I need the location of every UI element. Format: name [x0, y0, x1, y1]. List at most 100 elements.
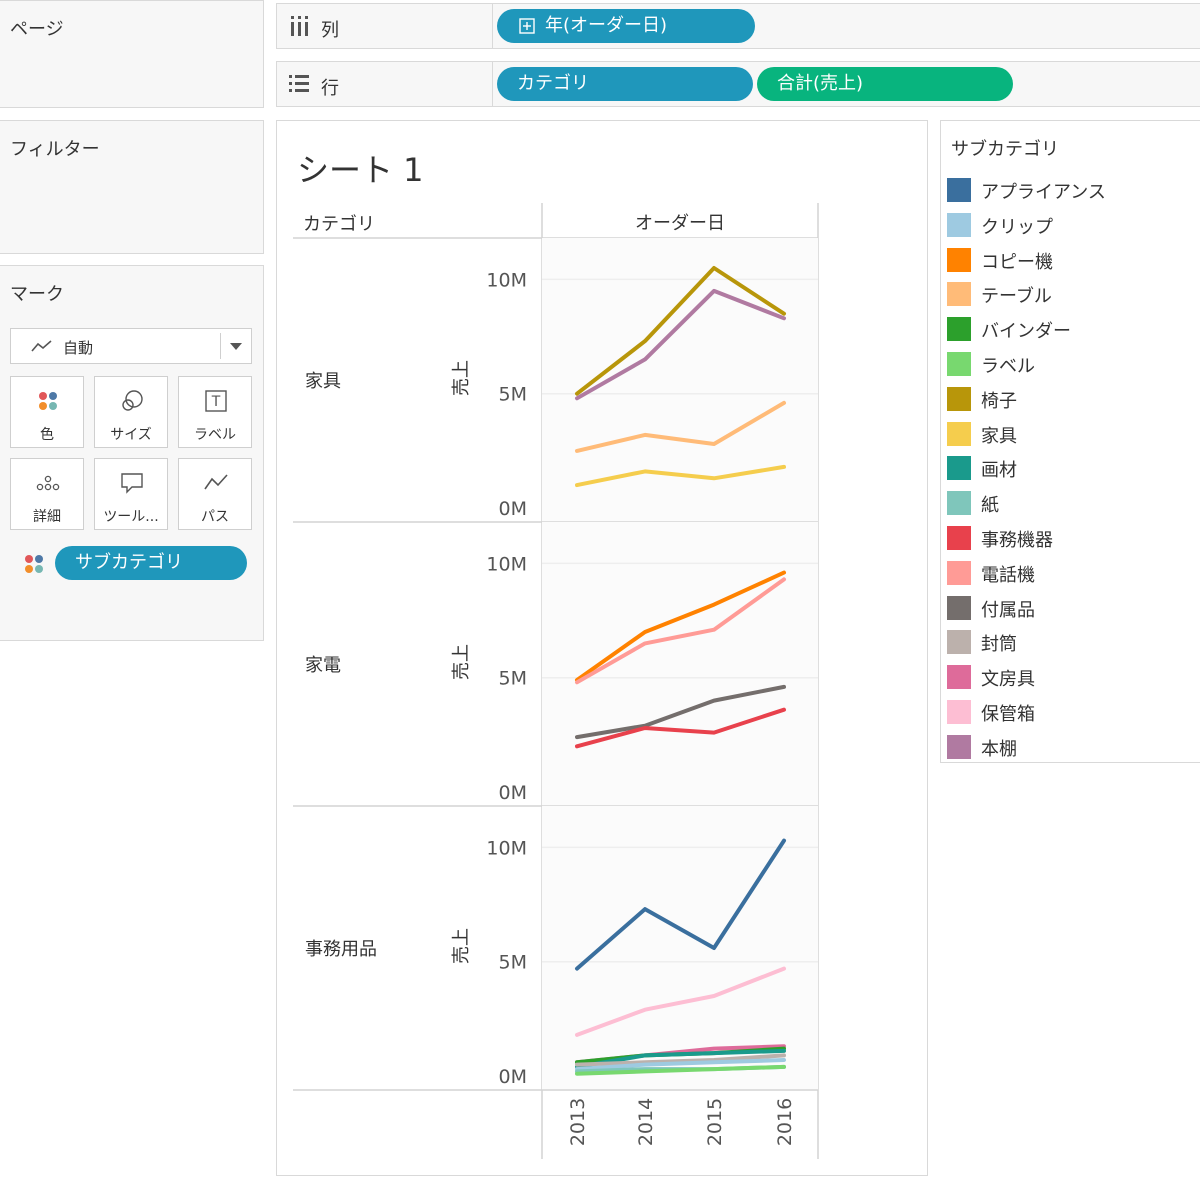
legend-item[interactable]: 画材 [947, 453, 1197, 481]
legend-swatch [947, 421, 971, 446]
legend-label: 事務機器 [981, 530, 1053, 551]
legend-item[interactable]: 椅子 [947, 384, 1197, 412]
legend-label: 文房具 [981, 669, 1035, 691]
path-button[interactable]: パス [178, 458, 252, 530]
legend-item[interactable]: 紙 [947, 488, 1197, 516]
legend-label: 椅子 [981, 390, 1017, 412]
marks-panel: マーク 自動 色 サイズ T ラベル 詳細 ツール... パス サブカテゴリ [0, 265, 264, 641]
chevron-down-icon[interactable] [230, 343, 242, 350]
label-icon: T [205, 390, 227, 412]
legend-label: 画材 [981, 460, 1017, 482]
legend-swatch [947, 212, 971, 237]
legend-label: 家具 [981, 425, 1017, 447]
pages-panel[interactable]: ページ [0, 0, 264, 108]
panel-background [542, 522, 818, 806]
legend-item[interactable]: テーブル [947, 279, 1197, 307]
color-field-pill[interactable]: サブカテゴリ [55, 546, 247, 580]
legend-title: サブカテゴリ [951, 139, 1059, 160]
legend-swatch [947, 491, 971, 516]
legend-item[interactable]: 事務機器 [947, 523, 1197, 551]
y-tick-label: 10M [486, 553, 527, 575]
size-button-label: サイズ [110, 427, 152, 443]
expand-plus-icon[interactable] [519, 18, 535, 34]
legend-swatch [947, 595, 971, 620]
legend-item[interactable]: 保管箱 [947, 697, 1197, 725]
size-button[interactable]: サイズ [94, 376, 168, 448]
legend-swatch [947, 560, 971, 585]
panel-background [542, 238, 818, 522]
tooltip-button-label: ツール... [103, 509, 159, 525]
columns-shelf-label-area: 列 [277, 4, 493, 48]
row-header-label: カテゴリ [303, 214, 375, 235]
legend-item[interactable]: 本棚 [947, 732, 1197, 760]
legend-item[interactable]: 付属品 [947, 593, 1197, 621]
legend-item[interactable]: クリップ [947, 210, 1197, 238]
year-order-date-pill[interactable]: 年(オーダー日) [497, 9, 755, 43]
dropdown-separator [220, 333, 221, 359]
columns-icon [291, 16, 308, 36]
legend-item[interactable]: バインダー [947, 314, 1197, 342]
marks-panel-title: マーク [10, 284, 64, 305]
svg-text:T: T [211, 394, 221, 410]
y-axis-title: 売上 [451, 360, 472, 396]
legend-item[interactable]: 家具 [947, 419, 1197, 447]
columns-shelf: 列 年(オーダー日) [276, 3, 1200, 49]
legend-swatch [947, 178, 971, 202]
pages-panel-title: ページ [10, 19, 64, 40]
y-tick-label: 10M [486, 269, 527, 291]
y-tick-label: 0M [499, 1066, 527, 1088]
legend-swatch [947, 700, 971, 724]
filters-panel[interactable]: フィルター [0, 120, 264, 254]
x-tick-label: 2013 [567, 1098, 589, 1146]
legend-item[interactable]: 電話機 [947, 558, 1197, 586]
legend-item[interactable]: コピー機 [947, 245, 1197, 273]
color-button-label: 色 [40, 427, 54, 443]
mark-type-label: 自動 [63, 339, 94, 357]
category-pill[interactable]: カテゴリ [497, 67, 753, 101]
color-legend: サブカテゴリ アプライアンスクリップコピー機テーブルバインダーラベル椅子家具画材… [940, 120, 1200, 763]
category-label: 家電 [305, 655, 341, 676]
path-icon [204, 474, 228, 490]
legend-label: バインダー [981, 321, 1071, 343]
tooltip-button[interactable]: ツール... [94, 458, 168, 530]
chart-svg[interactable]: カテゴリ オーダー日家具 売上0M5M10M家電 売上0M5M10M事務用品 売上0M5… [277, 121, 927, 1175]
legend-swatch [947, 734, 971, 759]
x-tick-label: 2014 [635, 1098, 657, 1146]
y-tick-label: 5M [499, 668, 527, 690]
x-tick-label: 2015 [704, 1098, 726, 1146]
category-label: 家具 [305, 371, 341, 392]
y-tick-label: 0M [499, 782, 527, 804]
color-icon [39, 392, 57, 410]
color-encoding-icon [25, 555, 43, 573]
legend-swatch [947, 665, 971, 690]
y-axis-title: 売上 [451, 644, 472, 680]
legend-label: ラベル [981, 356, 1035, 377]
legend-label: アプライアンス [981, 182, 1106, 203]
legend-label: 紙 [981, 495, 999, 517]
label-button[interactable]: T ラベル [178, 376, 252, 448]
rows-shelf-label: 行 [321, 78, 339, 99]
legend-item[interactable]: アプライアンス [947, 175, 1197, 203]
legend-swatch [947, 630, 971, 655]
legend-swatch [947, 386, 971, 411]
y-axis-title: 売上 [451, 928, 472, 964]
legend-label: テーブル [981, 286, 1052, 308]
line-mark-icon [31, 340, 52, 352]
color-button[interactable]: 色 [10, 376, 84, 448]
worksheet: シート 1 カテゴリ オーダー日 家具 売上 0M 5M 10M 家電 売上 0M 5M 10M 事務用… [276, 120, 928, 1176]
legend-item[interactable]: ラベル [947, 349, 1197, 377]
detail-button-label: 詳細 [33, 509, 61, 525]
y-tick-label: 0M [499, 498, 527, 520]
detail-button[interactable]: 詳細 [10, 458, 84, 530]
legend-swatch [947, 282, 971, 307]
legend-label: 封筒 [981, 634, 1017, 656]
columns-shelf-label: 列 [321, 20, 339, 41]
y-tick-label: 10M [486, 837, 527, 859]
legend-swatch [947, 526, 971, 550]
legend-item[interactable]: 封筒 [947, 627, 1197, 655]
legend-label: コピー機 [981, 251, 1053, 273]
mark-type-dropdown[interactable]: 自動 [10, 328, 252, 364]
sum-sales-pill[interactable]: 合計(売上) [757, 67, 1013, 101]
legend-label: 本棚 [981, 738, 1017, 760]
legend-item[interactable]: 文房具 [947, 662, 1197, 690]
